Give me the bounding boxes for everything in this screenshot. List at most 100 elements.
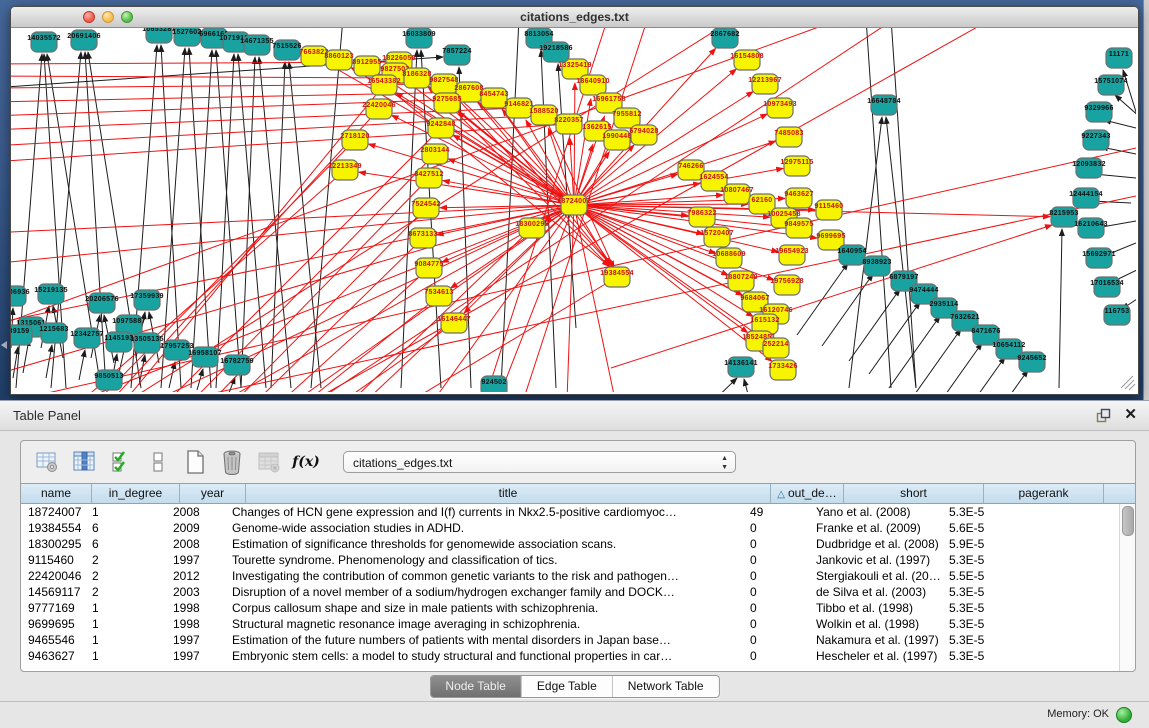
graph-node-label: 1624554 xyxy=(699,174,728,181)
table-row[interactable]: 946554611997Estimation of the future num… xyxy=(21,632,1135,648)
graph-node-label: 746266 xyxy=(678,163,703,170)
table-toolbar: f(x) citations_edges.txt ▲▼ xyxy=(21,441,1135,483)
column-header-title[interactable]: title xyxy=(246,484,771,503)
table-cell: 1997 xyxy=(166,648,225,664)
tab-edge-table[interactable]: Edge Table xyxy=(521,676,612,697)
table-settings-icon[interactable] xyxy=(33,448,61,476)
graph-node-label: 2867682 xyxy=(710,31,739,38)
table-cell: 5.6E-5 xyxy=(942,520,1055,536)
table-cell: 1 xyxy=(85,648,166,664)
table-row[interactable]: 2242004622012Investigating the contribut… xyxy=(21,568,1135,584)
graph-node-label: 18640910 xyxy=(576,78,610,85)
table-vertical-scrollbar[interactable] xyxy=(1119,504,1135,671)
graph-node-label: 19756928 xyxy=(770,278,804,285)
graph-node-label: 15692971 xyxy=(1082,251,1116,258)
graph-node-label: 12975115 xyxy=(780,159,813,166)
graph-node-label: 7955812 xyxy=(612,111,641,118)
table-cell: 9699695 xyxy=(21,616,85,632)
table-row[interactable]: 1456911722003Disruption of a novel membe… xyxy=(21,584,1135,600)
close-panel-icon[interactable]: ✕ xyxy=(1124,405,1137,423)
graph-node-label: 10975887 xyxy=(112,318,146,325)
column-header-out_de[interactable]: △out_de… xyxy=(771,484,844,503)
table-panel-header: Table Panel ✕ xyxy=(0,401,1149,431)
column-header-year[interactable]: year xyxy=(180,484,246,503)
graph-node-label: 18724007 xyxy=(557,198,591,205)
graph-node-label: 16210643 xyxy=(1074,221,1108,228)
table-cell: 9463627 xyxy=(21,648,85,664)
graph-node-label: 20691406 xyxy=(67,33,101,40)
window-resize-grip[interactable] xyxy=(1121,376,1135,390)
table-cell: 5.3E-5 xyxy=(942,632,1055,648)
graph-node-label: 16033809 xyxy=(402,31,436,38)
graph-node-label: 10653287 xyxy=(142,28,176,33)
table-row[interactable]: 1830029562008Estimation of significance … xyxy=(21,536,1135,552)
network-window[interactable]: citations_edges.txt 76638228860123891295… xyxy=(10,6,1139,395)
column-header-pagerank[interactable]: pagerank xyxy=(984,484,1104,503)
graph-node-label: 9849575 xyxy=(784,221,813,228)
table-cell: 14569117 xyxy=(21,584,85,600)
table-cell: 1 xyxy=(85,600,166,616)
memory-status-indicator[interactable] xyxy=(1116,707,1132,723)
panel-collapse-arrow[interactable] xyxy=(1,341,7,349)
float-panel-icon[interactable] xyxy=(1096,408,1111,423)
graph-node-label: 14136141 xyxy=(724,360,758,367)
graph-node-label: 7534613 xyxy=(424,289,453,296)
graph-node-label: 9115460 xyxy=(815,203,844,210)
graph-node-label: 116753 xyxy=(1105,308,1130,315)
graph-node-label: 8471676 xyxy=(971,328,1000,335)
unselect-all-icon[interactable] xyxy=(144,448,172,476)
table-cell: 2008 xyxy=(166,536,225,552)
graph-node-label: 1215683 xyxy=(39,326,68,333)
graph-node-label: 19654923 xyxy=(775,248,809,255)
column-header-short[interactable]: short xyxy=(844,484,984,503)
graph-node-label: 16154808 xyxy=(730,53,764,60)
graph-node-label: 10025458 xyxy=(767,211,801,218)
right-panel-edge[interactable] xyxy=(1143,0,1149,400)
table-row[interactable]: 969969511998Structural magnetic resonanc… xyxy=(21,616,1135,632)
table-cell: 18724007 xyxy=(21,504,85,520)
table-chooser-dropdown[interactable]: citations_edges.txt ▲▼ xyxy=(343,451,736,473)
graph-node-label: 7632621 xyxy=(950,314,979,321)
graph-node-label: 26206936 xyxy=(11,289,30,296)
select-column-icon[interactable] xyxy=(70,448,98,476)
graph-node-label: 39159 xyxy=(11,328,29,335)
table-row[interactable]: 977716911998Corpus callosum shape and si… xyxy=(21,600,1135,616)
table-cell: 1 xyxy=(85,632,166,648)
graph-node-label: 16120746 xyxy=(759,307,793,314)
graph-node-label: 11171 xyxy=(1109,51,1129,58)
table-row[interactable]: 1938455462009Genome-wide association stu… xyxy=(21,520,1135,536)
dropdown-stepper-icon: ▲▼ xyxy=(721,454,728,472)
select-all-icon[interactable] xyxy=(107,448,135,476)
graph-node-label: 62160 xyxy=(752,197,773,204)
tab-node-table[interactable]: Node Table xyxy=(430,676,521,697)
graph-node-label: 9699695 xyxy=(816,233,845,240)
graph-node-label: 1615132 xyxy=(750,317,779,324)
table-row[interactable]: 911546021997Tourette syndrome. Phenomeno… xyxy=(21,552,1135,568)
graph-node-label: 8427512 xyxy=(414,171,443,178)
new-table-icon[interactable] xyxy=(181,448,209,476)
graph-node-label: 9227343 xyxy=(1081,133,1110,140)
column-header-in_degree[interactable]: in_degree xyxy=(92,484,180,503)
table-cell: 2008 xyxy=(166,504,225,520)
network-canvas[interactable]: 7663822886012389129551822605898275038186… xyxy=(11,28,1136,392)
table-row[interactable]: 946362711997Embryonic stem cells: a mode… xyxy=(21,648,1135,664)
window-titlebar[interactable]: citations_edges.txt xyxy=(11,7,1138,28)
tab-network-table[interactable]: Network Table xyxy=(612,676,719,697)
graph-node-label: 16958107 xyxy=(188,350,222,357)
table-cell: 18300295 xyxy=(21,536,85,552)
function-builder-icon[interactable]: f(x) xyxy=(292,448,320,476)
graph-node-label: 12213967 xyxy=(748,77,782,84)
scrollbar-thumb[interactable] xyxy=(1122,506,1134,536)
trash-icon[interactable] xyxy=(218,448,246,476)
table-cell: Yano et al. (2008) xyxy=(809,504,942,520)
graph-node-label: 8215953 xyxy=(1049,210,1078,217)
table-row[interactable]: 1872400712008Changes of HCN gene express… xyxy=(21,504,1135,520)
table-cell: 22420046 xyxy=(21,568,85,584)
table-cell: 2 xyxy=(85,552,166,568)
column-header-name[interactable]: name xyxy=(21,484,92,503)
graph-node-label: 8860123 xyxy=(324,53,353,60)
graph-node-label: 9474444 xyxy=(909,287,938,294)
graph-node-label: 9827548 xyxy=(429,77,458,84)
table-cell: 0 xyxy=(743,552,809,568)
table-cell: Disruption of a novel member of a sodium… xyxy=(225,584,743,600)
